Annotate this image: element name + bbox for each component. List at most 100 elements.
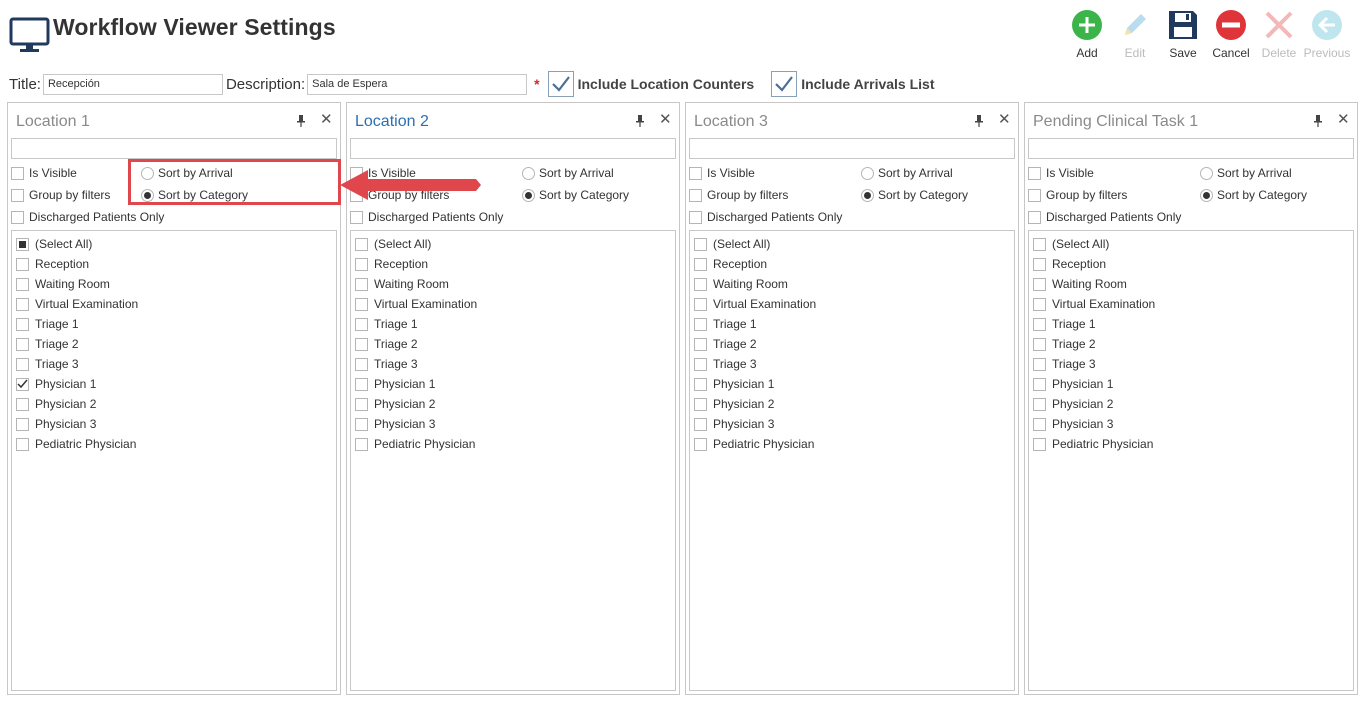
list-item[interactable]: (Select All) [1033, 234, 1109, 254]
list-item-checkbox[interactable] [16, 317, 29, 331]
filter-input[interactable] [11, 138, 337, 159]
list-item[interactable]: Reception [16, 254, 89, 274]
list-item-checkbox[interactable] [1033, 317, 1046, 331]
include-location-counters-checkbox[interactable] [547, 71, 574, 97]
cancel-button[interactable]: Cancel [1207, 8, 1255, 60]
list-item[interactable]: Triage 2 [355, 334, 418, 354]
list-item-checkbox[interactable] [694, 397, 707, 411]
discharged-only-checkbox[interactable]: Discharged Patients Only [689, 210, 842, 224]
list-item-checkbox[interactable] [16, 337, 29, 351]
list-item[interactable]: Reception [1033, 254, 1106, 274]
list-item-checkbox[interactable] [1033, 297, 1046, 311]
list-item[interactable]: Waiting Room [16, 274, 110, 294]
list-item[interactable]: (Select All) [16, 234, 92, 254]
group-by-filters-checkbox[interactable]: Group by filters [11, 188, 110, 202]
discharged-only-checkbox[interactable]: Discharged Patients Only [1028, 210, 1181, 224]
list-item-checkbox[interactable] [355, 337, 368, 351]
list-item-checkbox[interactable] [1033, 257, 1046, 271]
list-item-checkbox[interactable] [16, 277, 29, 291]
list-item-checkbox[interactable] [355, 257, 368, 271]
discharged-only-checkbox[interactable]: Discharged Patients Only [350, 210, 503, 224]
list-item[interactable]: Physician 2 [355, 394, 435, 414]
list-item-checkbox[interactable] [16, 357, 29, 371]
list-item[interactable]: Virtual Examination [694, 294, 816, 314]
list-item-checkbox[interactable] [694, 337, 707, 351]
sort-by-category-radio[interactable]: Sort by Category [1200, 188, 1307, 202]
list-item[interactable]: Pediatric Physician [694, 434, 814, 454]
pin-icon[interactable] [974, 115, 984, 127]
filter-input[interactable] [350, 138, 676, 159]
sort-by-category-radio[interactable]: Sort by Category [861, 188, 968, 202]
list-item[interactable]: Virtual Examination [1033, 294, 1155, 314]
list-item[interactable]: Reception [694, 254, 767, 274]
filter-input[interactable] [1028, 138, 1354, 159]
save-button[interactable]: Save [1159, 8, 1207, 60]
list-item-checkbox[interactable] [694, 297, 707, 311]
group-by-filters-checkbox[interactable]: Group by filters [689, 188, 788, 202]
list-item-checkbox[interactable] [694, 357, 707, 371]
list-item-checkbox[interactable] [16, 297, 29, 311]
list-item[interactable]: Virtual Examination [16, 294, 138, 314]
list-item[interactable]: Waiting Room [1033, 274, 1127, 294]
list-item-checkbox[interactable] [355, 297, 368, 311]
pin-icon[interactable] [296, 115, 306, 127]
list-item-checkbox[interactable] [694, 377, 707, 391]
list-item-checkbox[interactable] [1033, 377, 1046, 391]
list-item-checkbox[interactable] [694, 437, 707, 451]
edit-button[interactable]: Edit [1111, 8, 1159, 60]
list-item-checkbox[interactable] [355, 277, 368, 291]
list-item[interactable]: Physician 1 [355, 374, 435, 394]
list-item-checkbox[interactable] [355, 377, 368, 391]
sort-by-arrival-radio[interactable]: Sort by Arrival [861, 166, 953, 180]
close-icon[interactable]: ✕ [998, 112, 1011, 127]
list-item-checkbox[interactable] [16, 397, 29, 411]
list-item[interactable]: Physician 1 [1033, 374, 1113, 394]
list-item-checkbox[interactable] [694, 417, 707, 431]
list-item[interactable]: Physician 3 [355, 414, 435, 434]
list-item[interactable]: Physician 1 [16, 374, 96, 394]
list-item[interactable]: Triage 3 [16, 354, 79, 374]
list-item[interactable]: Physician 2 [1033, 394, 1113, 414]
filter-input[interactable] [689, 138, 1015, 159]
pin-icon[interactable] [1313, 115, 1323, 127]
description-input[interactable] [307, 73, 528, 95]
list-item[interactable]: (Select All) [355, 234, 431, 254]
list-item-checkbox[interactable] [1033, 357, 1046, 371]
is-visible-checkbox[interactable]: Is Visible [689, 166, 755, 180]
sort-by-arrival-radio[interactable]: Sort by Arrival [522, 166, 614, 180]
list-item-checkbox[interactable] [355, 437, 368, 451]
list-item[interactable]: Triage 3 [694, 354, 757, 374]
list-item[interactable]: Triage 3 [1033, 354, 1096, 374]
list-item[interactable]: Physician 2 [694, 394, 774, 414]
close-icon[interactable]: ✕ [659, 112, 672, 127]
pin-icon[interactable] [635, 115, 645, 127]
is-visible-checkbox[interactable]: Is Visible [1028, 166, 1094, 180]
sort-by-arrival-radio[interactable]: Sort by Arrival [1200, 166, 1292, 180]
close-icon[interactable]: ✕ [320, 112, 333, 127]
list-item[interactable]: Physician 2 [16, 394, 96, 414]
list-item[interactable]: Triage 1 [1033, 314, 1096, 334]
title-input[interactable] [42, 73, 223, 95]
sort-by-category-radio[interactable]: Sort by Category [522, 188, 629, 202]
group-by-filters-checkbox[interactable]: Group by filters [1028, 188, 1127, 202]
previous-button[interactable]: Previous [1303, 8, 1351, 60]
list-item[interactable]: Triage 1 [355, 314, 418, 334]
list-item[interactable]: Waiting Room [694, 274, 788, 294]
list-item-checkbox[interactable] [694, 257, 707, 271]
list-item[interactable]: Triage 2 [1033, 334, 1096, 354]
list-item[interactable]: Triage 3 [355, 354, 418, 374]
list-item-checkbox[interactable] [16, 257, 29, 271]
list-item[interactable]: Waiting Room [355, 274, 449, 294]
list-item[interactable]: Pediatric Physician [16, 434, 136, 454]
list-item[interactable]: Physician 1 [694, 374, 774, 394]
list-item-checkbox[interactable] [1033, 237, 1046, 251]
list-item[interactable]: Triage 2 [694, 334, 757, 354]
list-item-checkbox[interactable] [1033, 397, 1046, 411]
list-item-checkbox[interactable] [1033, 277, 1046, 291]
list-item-checkbox[interactable] [355, 417, 368, 431]
list-item[interactable]: (Select All) [694, 234, 770, 254]
include-arrivals-list-checkbox[interactable] [771, 71, 798, 97]
add-button[interactable]: Add [1063, 8, 1111, 60]
delete-button[interactable]: Delete [1255, 8, 1303, 60]
list-item[interactable]: Physician 3 [1033, 414, 1113, 434]
